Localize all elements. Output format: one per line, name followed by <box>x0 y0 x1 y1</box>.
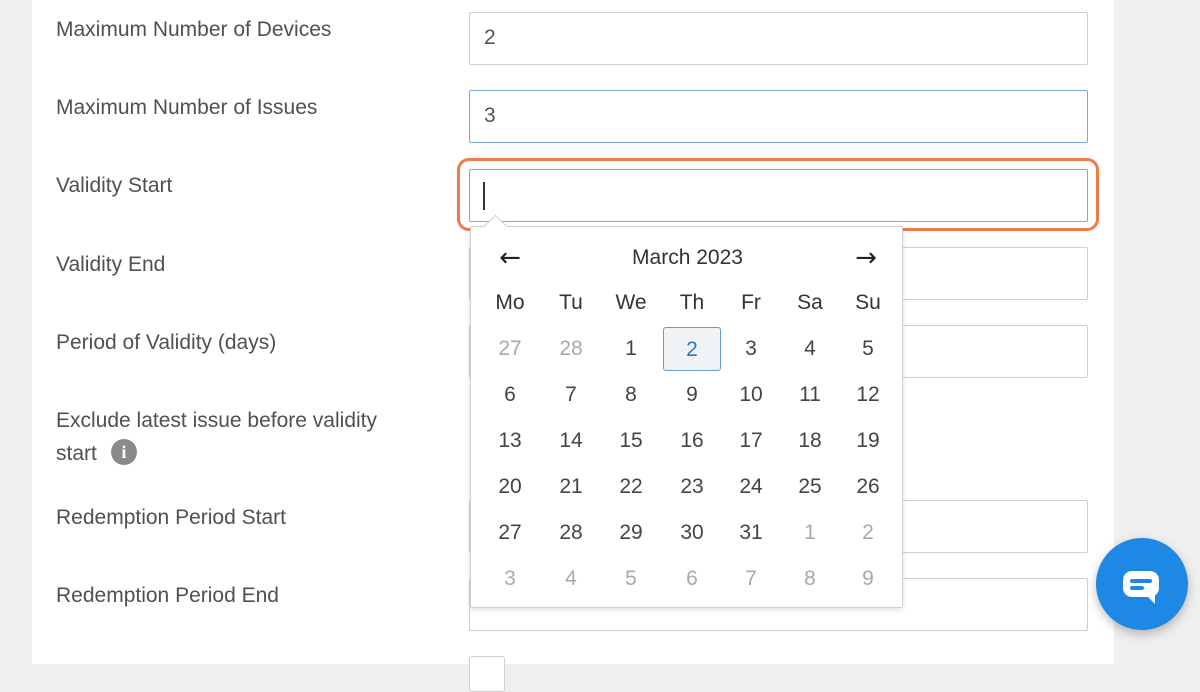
calendar-day[interactable]: 22 <box>602 465 660 509</box>
calendar-day[interactable]: 9 <box>663 373 721 417</box>
calendar-day[interactable]: 23 <box>663 465 721 509</box>
chat-button[interactable] <box>1096 538 1188 630</box>
weekday-header: Mo <box>495 291 525 314</box>
calendar-day[interactable]: 13 <box>481 419 539 463</box>
arrow-right-icon[interactable]: → <box>849 241 883 275</box>
redemption-start-label: Redemption Period Start <box>56 506 286 529</box>
calendar-day[interactable]: 7 <box>722 557 780 601</box>
redemption-end-label: Redemption Period End <box>56 584 279 607</box>
calendar-day[interactable]: 5 <box>839 327 897 371</box>
calendar-day[interactable]: 16 <box>663 419 721 463</box>
weekday-header: Su <box>855 291 881 314</box>
calendar-day[interactable]: 26 <box>839 465 897 509</box>
calendar-day[interactable]: 17 <box>722 419 780 463</box>
exclude-latest-issue-text: Exclude latest issue before validity sta… <box>56 409 377 465</box>
calendar-day[interactable]: 8 <box>781 557 839 601</box>
max-devices-input[interactable]: 2 <box>469 12 1088 65</box>
calendar-day[interactable]: 25 <box>781 465 839 509</box>
weekday-header: Fr <box>741 291 761 314</box>
period-of-validity-label: Period of Validity (days) <box>56 331 277 354</box>
calendar-day[interactable]: 21 <box>542 465 600 509</box>
datepicker-popup: ← March 2023 → Mo Tu We Th Fr Sa Su 27 28 1 2 3 4 5 6 7… <box>470 214 904 608</box>
calendar-day[interactable]: 19 <box>839 419 897 463</box>
calendar-day[interactable]: 2 <box>839 511 897 555</box>
calendar-day[interactable]: 28 <box>542 327 600 371</box>
calendar-day[interactable]: 20 <box>481 465 539 509</box>
calendar-day[interactable]: 15 <box>602 419 660 463</box>
calendar-day[interactable]: 3 <box>722 327 780 371</box>
chat-bubble-icon <box>1123 571 1159 604</box>
calendar-day[interactable]: 8 <box>602 373 660 417</box>
calendar-day[interactable]: 3 <box>481 557 539 601</box>
calendar-day[interactable]: 24 <box>722 465 780 509</box>
weekday-header: Tu <box>559 291 583 314</box>
calendar-day[interactable]: 28 <box>542 511 600 555</box>
calendar-day[interactable]: 5 <box>602 557 660 601</box>
calendar-day[interactable]: 6 <box>663 557 721 601</box>
calendar-day[interactable]: 6 <box>481 373 539 417</box>
max-issues-input[interactable]: 3 <box>469 90 1088 143</box>
weekday-header: We <box>615 291 647 314</box>
calendar-day[interactable]: 1 <box>602 327 660 371</box>
calendar-day[interactable]: 10 <box>722 373 780 417</box>
validity-start-input[interactable] <box>469 169 1088 222</box>
calendar-day[interactable]: 29 <box>602 511 660 555</box>
max-issues-label: Maximum Number of Issues <box>56 96 318 119</box>
calendar-day[interactable]: 27 <box>481 327 539 371</box>
calendar-day[interactable]: 12 <box>839 373 897 417</box>
validity-end-label: Validity End <box>56 253 166 276</box>
calendar-day[interactable]: 4 <box>542 557 600 601</box>
calendar-day-selected[interactable]: 2 <box>663 327 721 371</box>
datepicker-month-title[interactable]: March 2023 <box>471 243 904 273</box>
calendar-day[interactable]: 11 <box>781 373 839 417</box>
calendar-day[interactable]: 7 <box>542 373 600 417</box>
calendar-day[interactable]: 14 <box>542 419 600 463</box>
exclude-latest-issue-label: Exclude latest issue before validity sta… <box>56 404 416 470</box>
text-cursor <box>483 182 485 210</box>
calendar-day[interactable]: 31 <box>722 511 780 555</box>
calendar-day[interactable]: 18 <box>781 419 839 463</box>
calendar-day[interactable]: 1 <box>781 511 839 555</box>
weekday-header: Th <box>679 291 705 314</box>
validity-start-label: Validity Start <box>56 174 173 197</box>
calendar-day[interactable]: 4 <box>781 327 839 371</box>
calendar-day[interactable]: 27 <box>481 511 539 555</box>
next-checkbox[interactable] <box>469 656 505 692</box>
info-icon[interactable]: i <box>110 439 137 466</box>
calendar-day[interactable]: 30 <box>663 511 721 555</box>
calendar-day[interactable]: 9 <box>839 557 897 601</box>
weekday-header: Sa <box>797 291 823 314</box>
max-devices-label: Maximum Number of Devices <box>56 18 332 41</box>
